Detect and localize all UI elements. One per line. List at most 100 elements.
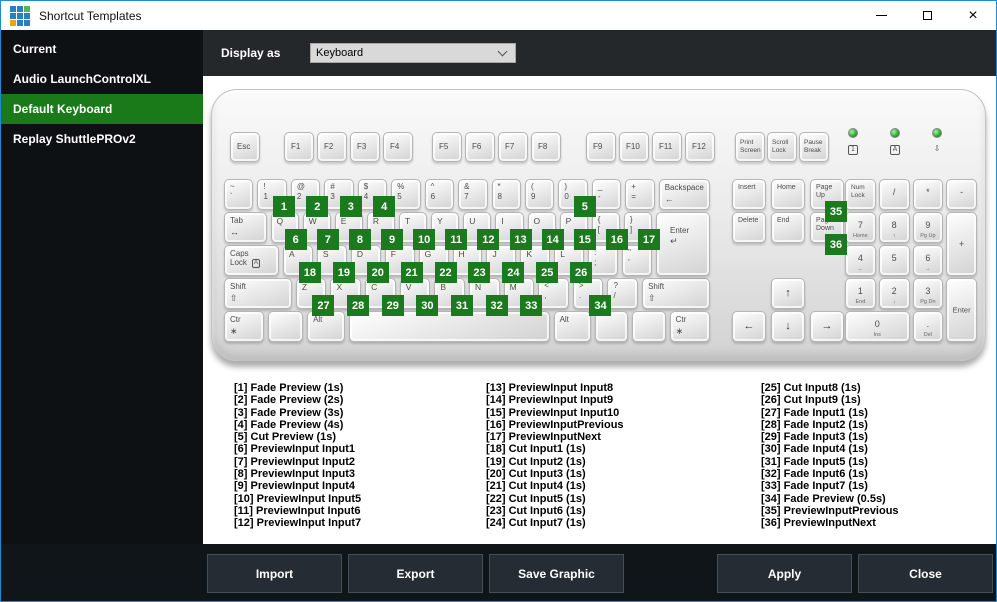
key-shift-right[interactable]: Shift ⇧ bbox=[642, 278, 710, 309]
key-f7[interactable]: F7 bbox=[498, 132, 528, 162]
key-numpad-divide[interactable]: / bbox=[878, 179, 910, 210]
key-backspace[interactable]: Backspace ← bbox=[658, 179, 711, 210]
key-u[interactable]: U 12 bbox=[463, 212, 500, 250]
key-delete[interactable]: Delete bbox=[732, 212, 766, 243]
sidebar-item-audio-launchcontrolxl[interactable]: Audio LaunchControlXL bbox=[1, 64, 203, 94]
key-6[interactable]: ^ 6 bbox=[424, 179, 455, 210]
shortcut-badge-30: 30 bbox=[416, 295, 439, 316]
key-scroll-lock[interactable]: Scroll Lock bbox=[767, 132, 797, 162]
key-numpad-7[interactable]: 7 Home bbox=[845, 212, 876, 243]
footer: Import Export Save Graphic Apply Close bbox=[1, 544, 996, 601]
key-numpad-8[interactable]: 8 ↑ bbox=[878, 212, 910, 243]
shortcut-column-2: [13] PreviewInput Input8 [14] PreviewInpu… bbox=[486, 382, 734, 530]
key-numpad-2[interactable]: 2 ↓ bbox=[878, 278, 910, 309]
key-1[interactable]: ! 1 1 bbox=[257, 179, 295, 217]
key-page-up[interactable]: Page Up 35 bbox=[810, 179, 847, 222]
key-menu[interactable] bbox=[632, 311, 666, 342]
key-5[interactable]: % 5 bbox=[391, 179, 421, 210]
key-numpad-multiply[interactable]: * bbox=[912, 179, 944, 210]
shortcut-list-item: [34] Fade Preview (0.5s) bbox=[761, 492, 886, 505]
key-ctrl-left[interactable]: Ctr ∗ bbox=[224, 311, 265, 342]
key-numpad-5[interactable]: 5 bbox=[878, 245, 910, 276]
apply-button[interactable]: Apply bbox=[717, 554, 852, 593]
key-2[interactable]: @2 2 bbox=[290, 179, 329, 217]
key-o[interactable]: O 14 bbox=[527, 212, 564, 250]
shortcut-list-item: [27] Fade Input1 (1s) bbox=[761, 406, 868, 419]
shortcut-badge-1: 1 bbox=[272, 196, 295, 217]
shortcut-badge-31: 31 bbox=[450, 295, 473, 316]
key-f5[interactable]: F5 bbox=[432, 132, 462, 162]
minimize-button[interactable] bbox=[858, 1, 904, 30]
key-8[interactable]: * 8 bbox=[491, 179, 521, 210]
key-3[interactable]: #3 3 bbox=[324, 179, 362, 217]
key-esc[interactable]: Esc bbox=[230, 132, 260, 162]
key-f2[interactable]: F2 bbox=[317, 132, 347, 162]
display-as-select[interactable]: Keyboard bbox=[310, 43, 516, 63]
key-home[interactable]: Home bbox=[771, 179, 805, 210]
key-slash[interactable]: ? / bbox=[607, 278, 639, 309]
key-f8[interactable]: F8 bbox=[531, 132, 561, 162]
import-button[interactable]: Import bbox=[207, 554, 342, 593]
key-alt-right[interactable]: Alt bbox=[553, 311, 592, 342]
key-numpad-num-lock[interactable]: Num Lock bbox=[845, 179, 876, 210]
key-t[interactable]: T 10 bbox=[399, 212, 436, 250]
key-f3[interactable]: F3 bbox=[350, 132, 380, 162]
key-bracket-right[interactable]: }] 17 bbox=[623, 212, 660, 250]
shortcut-list-item: [31] Fade Input5 (1s) bbox=[761, 455, 868, 468]
sidebar-item-replay-shuttleprov2[interactable]: Replay ShuttlePROv2 bbox=[1, 124, 203, 154]
sidebar-item-current[interactable]: Current bbox=[1, 34, 203, 64]
key-numpad-decimal[interactable]: . Del bbox=[912, 311, 944, 342]
key-f9[interactable]: F9 bbox=[586, 132, 616, 162]
save-graphic-button[interactable]: Save Graphic bbox=[489, 554, 624, 593]
key-enter[interactable]: Enter ↵ bbox=[656, 212, 710, 276]
key-numpad-add[interactable]: + bbox=[946, 212, 977, 276]
key-4[interactable]: $4 4 bbox=[357, 179, 396, 217]
key-f12[interactable]: F12 bbox=[685, 132, 715, 162]
window-controls: × bbox=[858, 1, 996, 30]
key-arrow-down[interactable]: ↓ bbox=[771, 311, 805, 342]
key-pause-break[interactable]: Pause Break bbox=[799, 132, 829, 162]
key-y[interactable]: Y 11 bbox=[431, 212, 468, 250]
display-as-label: Display as bbox=[221, 46, 281, 60]
key-9[interactable]: (9 bbox=[524, 179, 555, 210]
shortcut-badge-28: 28 bbox=[347, 295, 370, 316]
key-f10[interactable]: F10 bbox=[619, 132, 649, 162]
key-minus[interactable]: _ - bbox=[591, 179, 622, 210]
key-numpad-4[interactable]: 4 ← bbox=[845, 245, 876, 276]
sidebar-item-default-keyboard[interactable]: Default Keyboard bbox=[1, 94, 203, 124]
key-numpad-1[interactable]: 1 End bbox=[845, 278, 876, 309]
key-f1[interactable]: F1 bbox=[284, 132, 314, 162]
key-bracket-left[interactable]: {[16 bbox=[591, 212, 628, 250]
shortcut-list-item: [3] Fade Preview (3s) bbox=[234, 406, 344, 419]
key-numpad-3[interactable]: 3 Pg Dn bbox=[912, 278, 944, 309]
key-numpad-0[interactable]: 0 Ins bbox=[845, 311, 910, 342]
key-print-screen[interactable]: Print Screen bbox=[735, 132, 765, 162]
key-numpad-subtract[interactable]: - bbox=[946, 179, 977, 210]
key-7[interactable]: & 7 bbox=[458, 179, 488, 210]
close-window-button[interactable]: Close bbox=[858, 554, 993, 593]
key-numpad-9[interactable]: 9 Pg Up bbox=[912, 212, 944, 243]
maximize-button[interactable] bbox=[904, 1, 950, 30]
key-i[interactable]: I 13 bbox=[495, 212, 532, 250]
key-0[interactable]: ) 0 5 bbox=[558, 179, 596, 217]
key-f11[interactable]: F11 bbox=[652, 132, 682, 162]
key-win-left[interactable] bbox=[268, 311, 304, 342]
key-insert[interactable]: Insert bbox=[732, 179, 766, 210]
key-end[interactable]: End bbox=[771, 212, 805, 243]
key-numpad-6[interactable]: 6 → bbox=[912, 245, 944, 276]
content-area: Esc F1 F2 F3 F4 F5 F6 F7 F8 F9 F10 F11 F12 Print Scre… bbox=[203, 76, 996, 544]
key-arrow-left[interactable]: ← bbox=[732, 311, 766, 342]
key-arrow-up[interactable]: ↑ bbox=[771, 278, 805, 309]
key-arrow-right[interactable]: → bbox=[810, 311, 844, 342]
close-button[interactable]: × bbox=[950, 1, 996, 30]
key-f6[interactable]: F6 bbox=[465, 132, 495, 162]
key-equals[interactable]: + = bbox=[625, 179, 655, 210]
key-numpad-enter[interactable]: Enter bbox=[946, 278, 977, 342]
key-f4[interactable]: F4 bbox=[383, 132, 413, 162]
key-tab[interactable]: Tab ↔ bbox=[224, 212, 267, 243]
key-grave[interactable]: ~ ` bbox=[224, 179, 254, 210]
key-caps-lock[interactable]: Caps Lock A bbox=[224, 245, 280, 276]
key-shift-left[interactable]: Shift ⇧ bbox=[224, 278, 292, 309]
export-button[interactable]: Export bbox=[348, 554, 483, 593]
key-ctrl-right[interactable]: Ctr ∗ bbox=[669, 311, 710, 342]
